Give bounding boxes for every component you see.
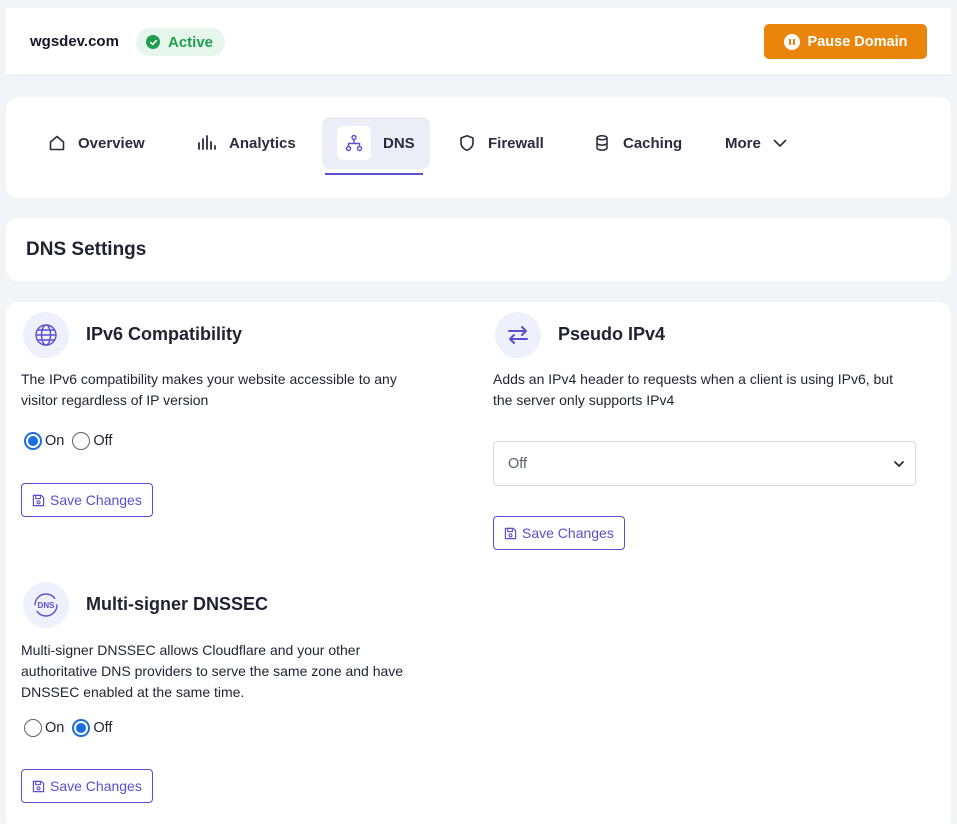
home-icon — [49, 135, 65, 151]
check-circle-icon — [146, 35, 160, 49]
top-bar: wgsdev.com Active Pause Domain — [6, 8, 951, 76]
ipv6-section-icon — [23, 312, 69, 358]
tab-overview-label: Overview — [78, 134, 145, 152]
floppy-disk-icon — [32, 780, 45, 792]
tab-overview[interactable]: Overview — [48, 117, 145, 169]
nav-tabs: Overview Analytics DNS Firewall Caching … — [6, 97, 951, 198]
status-badge: Active — [136, 28, 226, 56]
dnssec-description-line: DNSSEC enabled at the same time. — [21, 684, 245, 700]
pseudo-ipv4-description-line: Adds an IPv4 header to requests when a c… — [493, 371, 894, 387]
dnssec-section-icon: DNS — [23, 582, 69, 628]
pseudo-ipv4-select[interactable]: Off — [493, 441, 916, 486]
pseudo-ipv4-save-button[interactable]: Save Changes — [493, 516, 625, 550]
chevron-down-icon — [894, 460, 904, 467]
ipv6-save-label: Save Changes — [50, 492, 142, 508]
status-text: Active — [168, 33, 214, 51]
pseudo-ipv4-save-label: Save Changes — [522, 525, 614, 541]
pseudo-ipv4-description-line: the server only supports IPv4 — [493, 392, 675, 408]
dnssec-save-label: Save Changes — [50, 778, 142, 794]
ipv6-save-button[interactable]: Save Changes — [21, 483, 153, 517]
chevron-down-icon — [773, 139, 787, 147]
tab-firewall-label: Firewall — [488, 134, 544, 152]
tab-dns[interactable]: DNS — [322, 117, 430, 169]
dnssec-description-line: Multi-signer DNSSEC allows Cloudflare an… — [21, 642, 361, 658]
dns-sync-icon: DNS — [34, 593, 58, 617]
dnssec-save-button[interactable]: Save Changes — [21, 769, 153, 803]
tab-caching[interactable]: Caching — [593, 117, 682, 169]
ipv6-on-label[interactable]: On — [45, 433, 64, 449]
globe-icon — [35, 324, 57, 346]
tab-analytics-label: Analytics — [229, 134, 296, 152]
tab-caching-label: Caching — [623, 134, 683, 152]
dnssec-on-radio[interactable] — [24, 719, 42, 737]
dnssec-on-label[interactable]: On — [45, 720, 64, 736]
dnssec-radio-group: On Off — [24, 719, 120, 737]
ipv6-description-line: visitor regardless of IP version — [21, 392, 209, 408]
bar-chart-icon — [198, 135, 216, 150]
pseudo-ipv4-title: Pseudo IPv4 — [558, 324, 666, 344]
pseudo-ipv4-description: Adds an IPv4 header to requests when a c… — [493, 369, 893, 411]
dnssec-off-radio[interactable] — [72, 719, 91, 737]
dnssec-off-label[interactable]: Off — [93, 720, 112, 736]
tab-more-label: More — [725, 134, 761, 152]
ipv6-radio-group: On Off — [24, 432, 120, 450]
tab-firewall[interactable]: Firewall — [458, 117, 544, 169]
shield-icon — [460, 135, 474, 152]
pause-domain-label: Pause Domain — [807, 33, 908, 50]
ipv6-description-line: The IPv6 compatibility makes your websit… — [21, 371, 397, 387]
pseudo-ipv4-select-value: Off — [508, 455, 528, 472]
tab-more[interactable]: More — [725, 117, 787, 169]
database-icon — [596, 135, 608, 151]
pseudo-ipv4-section-icon — [495, 312, 541, 358]
domain-name: wgsdev.com — [30, 33, 119, 50]
dns-settings-card: IPv6 Compatibility The IPv6 compatibilit… — [6, 302, 951, 824]
ipv6-off-radio[interactable] — [72, 432, 91, 450]
active-tab-indicator — [325, 173, 423, 175]
floppy-disk-icon — [32, 494, 45, 506]
ipv6-title: IPv6 Compatibility — [86, 324, 243, 344]
pause-domain-button[interactable]: Pause Domain — [764, 24, 927, 59]
pause-icon — [783, 33, 800, 50]
ipv6-description: The IPv6 compatibility makes your websit… — [21, 369, 397, 411]
dnssec-description-line: authoritative DNS providers to serve the… — [21, 663, 404, 679]
floppy-disk-icon — [504, 527, 517, 539]
ipv6-on-radio[interactable] — [24, 432, 42, 450]
dnssec-description: Multi-signer DNSSEC allows Cloudflare an… — [21, 640, 403, 703]
ipv6-off-label[interactable]: Off — [93, 433, 112, 449]
settings-header-card: DNS Settings — [6, 218, 951, 281]
svg-text:DNS: DNS — [38, 601, 56, 610]
tab-analytics[interactable]: Analytics — [197, 117, 296, 169]
dnssec-title: Multi-signer DNSSEC — [86, 594, 269, 614]
swap-arrows-icon — [508, 326, 528, 344]
network-icon — [345, 134, 363, 152]
page-title: DNS Settings — [26, 239, 147, 260]
tab-dns-label: DNS — [383, 134, 415, 152]
